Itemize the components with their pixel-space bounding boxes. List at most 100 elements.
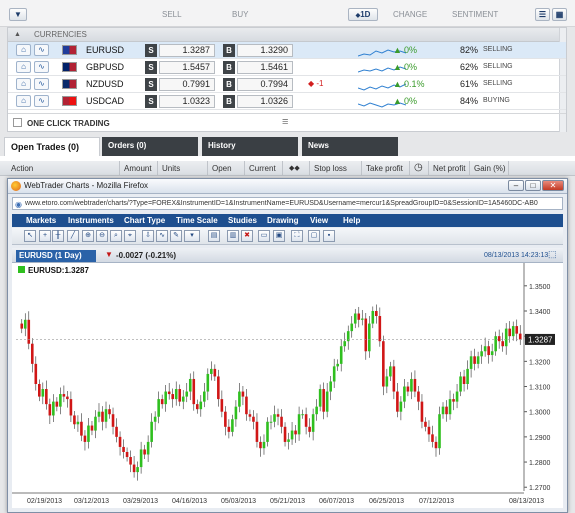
candle-body[interactable] — [52, 401, 55, 416]
currency-row[interactable]: ⌂ ∿ NZDUSD S 0.7991 B 0.7994 ◆ -1 ▲ 0.1%… — [8, 76, 566, 93]
candle-body[interactable] — [494, 336, 497, 352]
candle-body[interactable] — [262, 441, 266, 449]
candle-body[interactable] — [185, 391, 189, 397]
pointer-icon[interactable]: ↖ — [24, 230, 36, 242]
candle-body[interactable] — [111, 414, 115, 427]
candle-body[interactable] — [392, 366, 396, 392]
candle-body[interactable] — [297, 414, 301, 435]
candlestick-chart[interactable]: 1.27001.28001.29001.30001.31001.32001.33… — [12, 263, 563, 508]
candle-body[interactable] — [136, 467, 139, 473]
image-icon[interactable]: ▣ — [273, 230, 285, 242]
candle-body[interactable] — [115, 426, 118, 437]
candle-body[interactable] — [255, 421, 259, 442]
menu-view[interactable]: View — [310, 216, 328, 225]
delete-all-icon[interactable]: ▥ — [227, 230, 239, 242]
candle-body[interactable] — [466, 368, 469, 384]
candle-body[interactable] — [234, 406, 238, 420]
candle-body[interactable] — [483, 346, 487, 352]
print-icon[interactable]: ▭ — [258, 230, 270, 242]
alert-bell-icon[interactable]: ⌂ — [16, 61, 31, 73]
candle-body[interactable] — [76, 421, 80, 425]
candle-body[interactable] — [375, 310, 378, 317]
candle-body[interactable] — [213, 368, 217, 377]
buy-price-button[interactable]: 1.3290 — [237, 44, 293, 57]
candle-body[interactable] — [322, 389, 325, 412]
candle-body[interactable] — [199, 401, 203, 410]
candle-body[interactable] — [431, 434, 434, 442]
chart-icon[interactable]: ∿ — [34, 95, 49, 107]
candle-body[interactable] — [101, 411, 104, 422]
candle-body[interactable] — [476, 356, 480, 364]
menu-help[interactable]: Help — [343, 216, 360, 225]
candle-body[interactable] — [167, 391, 171, 395]
candle-body[interactable] — [357, 313, 361, 320]
currency-row[interactable]: ⌂ ∿ GBPUSD S 1.5457 B 1.5461 ▲ 0% 62% SE… — [8, 59, 566, 76]
candle-body[interactable] — [55, 401, 59, 407]
candle-body[interactable] — [452, 399, 455, 402]
pencil-icon[interactable]: ✎ — [170, 230, 182, 242]
candle-body[interactable] — [360, 318, 364, 320]
zoom-out-icon[interactable]: ⊖ — [96, 230, 108, 242]
candle-body[interactable] — [487, 346, 490, 356]
instrument-symbol[interactable]: GBPUSD — [86, 62, 124, 72]
candle-body[interactable] — [406, 386, 410, 392]
candle-body[interactable] — [515, 326, 519, 334]
candle-body[interactable] — [389, 366, 392, 377]
candle-body[interactable] — [462, 376, 466, 384]
candle-body[interactable] — [329, 381, 332, 392]
candle-body[interactable] — [104, 409, 108, 422]
zoom-fit-icon[interactable]: ⌖ — [124, 230, 136, 242]
candle-body[interactable] — [339, 346, 343, 364]
alert-bell-icon[interactable]: ⌂ — [16, 78, 31, 90]
col-action[interactable]: Action — [11, 164, 33, 173]
currencies-header[interactable]: ▲ CURRENCIES — [8, 28, 566, 132]
candle-body[interactable] — [269, 421, 273, 423]
candle-body[interactable] — [315, 406, 318, 415]
candle-body[interactable] — [252, 416, 255, 422]
candle-body[interactable] — [41, 389, 45, 397]
candle-body[interactable] — [157, 399, 160, 417]
candle-body[interactable] — [259, 441, 262, 449]
col-current[interactable]: Current — [249, 164, 276, 173]
candle-body[interactable] — [20, 323, 24, 329]
candle-body[interactable] — [66, 396, 69, 400]
window-titlebar[interactable]: WebTrader Charts - Mozilla Firefox – □ ✕ — [8, 179, 567, 194]
candle-body[interactable] — [504, 328, 508, 347]
candle-body[interactable] — [332, 366, 336, 382]
candle-body[interactable] — [424, 421, 427, 427]
candle-body[interactable] — [241, 391, 245, 397]
candle-body[interactable] — [308, 426, 311, 432]
candle-body[interactable] — [48, 404, 52, 416]
candle-body[interactable] — [276, 414, 280, 417]
candle-body[interactable] — [283, 426, 287, 442]
candle-body[interactable] — [410, 378, 413, 392]
candle-body[interactable] — [30, 343, 34, 364]
candle-body[interactable] — [118, 436, 122, 447]
candle-body[interactable] — [353, 313, 357, 324]
candle-body[interactable] — [238, 391, 241, 407]
candle-body[interactable] — [153, 416, 157, 422]
chart-options-icon[interactable]: ⬚ — [548, 249, 557, 260]
candle-body[interactable] — [417, 391, 420, 402]
candle-body[interactable] — [174, 389, 178, 400]
candle-body[interactable] — [23, 319, 27, 329]
candle-body[interactable] — [220, 399, 224, 412]
candle-body[interactable] — [343, 341, 347, 347]
candle-body[interactable] — [301, 414, 304, 416]
menu-studies[interactable]: Studies — [228, 216, 257, 225]
download-icon[interactable]: ⇩ — [142, 230, 154, 242]
menu-instruments[interactable]: Instruments — [68, 216, 114, 225]
period-1d-button[interactable]: ◆1D — [348, 8, 378, 21]
chart-icon[interactable]: ∿ — [34, 61, 49, 73]
candle-body[interactable] — [325, 391, 329, 412]
open-icon[interactable]: ▢ — [308, 230, 320, 242]
col-units[interactable]: Units — [162, 164, 180, 173]
currency-row[interactable]: ⌂ ∿ EURUSD S 1.3287 B 1.3290 ▲ 0% 82% SE… — [8, 42, 566, 59]
sell-price-button[interactable]: 1.0323 — [159, 95, 215, 108]
instrument-symbol[interactable]: EURUSD — [86, 45, 124, 55]
minimize-button[interactable]: – — [508, 180, 524, 191]
candle-body[interactable] — [90, 425, 94, 431]
url-bar[interactable]: ◉ www.etoro.com/webtrader/charts/?Type=F… — [12, 197, 563, 210]
candle-body[interactable] — [210, 368, 213, 374]
col-take-profit[interactable]: Take profit — [366, 164, 403, 173]
